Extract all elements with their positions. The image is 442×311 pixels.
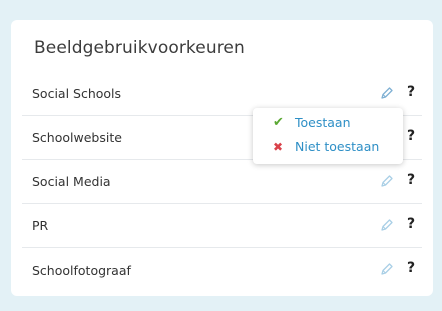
check-icon: ✔	[273, 115, 284, 130]
help-icon[interactable]: ?	[407, 172, 415, 188]
pencil-icon[interactable]	[380, 86, 394, 100]
preference-row-schoolfotograaf: Schoolfotograaf ?	[22, 248, 422, 292]
preference-row-pr: PR ?	[22, 204, 422, 248]
row-label: Social Schools	[32, 86, 122, 101]
help-icon[interactable]: ?	[407, 216, 415, 232]
pencil-icon[interactable]	[380, 262, 394, 276]
preference-row-social-media: Social Media ?	[22, 160, 422, 204]
help-icon[interactable]: ?	[407, 128, 415, 144]
help-icon[interactable]: ?	[407, 260, 415, 276]
panel-title: Beeldgebruikvoorkeuren	[34, 38, 245, 58]
row-label: Social Media	[32, 174, 111, 189]
pencil-icon[interactable]	[380, 174, 394, 188]
row-label: PR	[32, 218, 49, 233]
pencil-icon[interactable]	[380, 218, 394, 232]
option-toestaan[interactable]: ✔ Toestaan	[273, 115, 351, 130]
row-label: Schoolfotograaf	[32, 262, 131, 278]
permission-dropdown: ✔ Toestaan ✖ Niet toestaan	[253, 108, 403, 164]
cross-icon: ✖	[273, 139, 284, 154]
row-label: Schoolwebsite	[32, 130, 122, 145]
help-icon[interactable]: ?	[407, 84, 415, 100]
option-label: Niet toestaan	[295, 139, 380, 154]
option-niet-toestaan[interactable]: ✖ Niet toestaan	[273, 139, 379, 154]
option-label: Toestaan	[295, 115, 351, 130]
